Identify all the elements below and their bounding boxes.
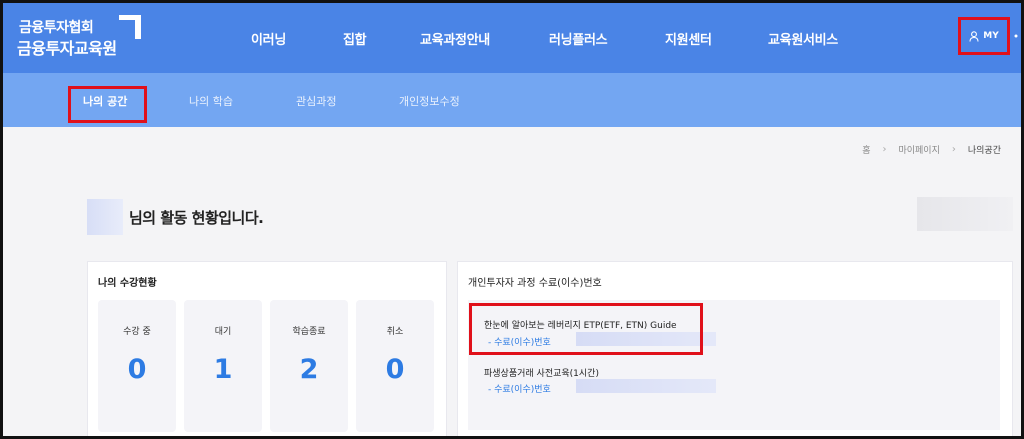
enrollment-title: 나의 수강현황 [98, 278, 157, 289]
certificate-number-redacted [576, 379, 716, 393]
logo-line2: 금융투자교육원 [17, 39, 117, 58]
stat-completed[interactable]: 학습종료 2 [270, 300, 348, 432]
stat-label: 취소 [386, 327, 404, 337]
more-icon[interactable] [1013, 33, 1019, 39]
my-button[interactable]: MY [958, 17, 1010, 55]
logo-mark-icon [119, 15, 141, 39]
logo-line1: 금융투자협회 [19, 20, 94, 36]
chevron-right-icon: › [882, 144, 887, 155]
stat-label: 학습종료 [292, 327, 326, 337]
stat-value: 2 [299, 354, 319, 385]
certificate-title: 개인투자자 과정 수료(이수)번호 [468, 278, 602, 289]
breadcrumb: 홈 › 마이페이지 › 나의공간 [862, 143, 1001, 156]
user-name-redacted [87, 199, 123, 235]
user-icon [969, 30, 979, 42]
nav-item-support-center[interactable]: 지원센터 [665, 29, 712, 48]
nav-item-services[interactable]: 교육원서비스 [768, 29, 838, 48]
greeting-text: 님의 활동 현황입니다. [129, 209, 264, 227]
site-logo[interactable]: 금융투자협회 금융투자교육원 [17, 15, 147, 61]
redacted-info [917, 197, 1013, 231]
certificate-highlight [469, 303, 703, 355]
stat-in-progress[interactable]: 수강 중 0 [98, 300, 176, 432]
stat-value: 0 [127, 354, 147, 385]
nav-item-learning-plus[interactable]: 러닝플러스 [549, 29, 608, 48]
stat-label: 대기 [214, 327, 232, 337]
nav-item-course-guide[interactable]: 교육과정안내 [420, 29, 490, 48]
stat-value: 0 [385, 354, 405, 385]
nav-item-elearning[interactable]: 이러닝 [251, 29, 286, 48]
sub-nav: 나의 공간 나의 학습 관심과정 개인정보수정 [3, 73, 1021, 127]
breadcrumb-home[interactable]: 홈 [862, 143, 870, 156]
stat-cancelled[interactable]: 취소 0 [356, 300, 434, 432]
stat-waiting[interactable]: 대기 1 [184, 300, 262, 432]
chevron-right-icon: › [951, 144, 956, 155]
subnav-item-my-learning[interactable]: 나의 학습 [189, 93, 233, 109]
breadcrumb-current: 나의공간 [967, 146, 1001, 156]
stat-label: 수강 중 [123, 327, 151, 337]
active-tab-highlight [68, 86, 147, 123]
top-header: 금융투자협회 금융투자교육원 이러닝 집합 교육과정안내 러닝플러스 지원센터 … [3, 3, 1021, 73]
subnav-item-interest-courses[interactable]: 관심과정 [296, 93, 336, 109]
breadcrumb-mypage[interactable]: 마이페이지 [898, 143, 939, 156]
stat-value: 1 [213, 354, 233, 385]
course-title: 파생상품거래 사전교육(1시간) [484, 369, 599, 379]
enrollment-status-card: 나의 수강현황 수강 중 0 대기 1 학습종료 2 취소 0 [87, 261, 447, 436]
subnav-item-edit-profile[interactable]: 개인정보수정 [399, 93, 460, 109]
my-label: MY [983, 31, 999, 41]
certificate-number-label: - 수료(이수)번호 [488, 385, 551, 395]
page-frame: 금융투자협회 금융투자교육원 이러닝 집합 교육과정안내 러닝플러스 지원센터 … [0, 0, 1024, 439]
nav-item-group[interactable]: 집합 [343, 29, 367, 48]
